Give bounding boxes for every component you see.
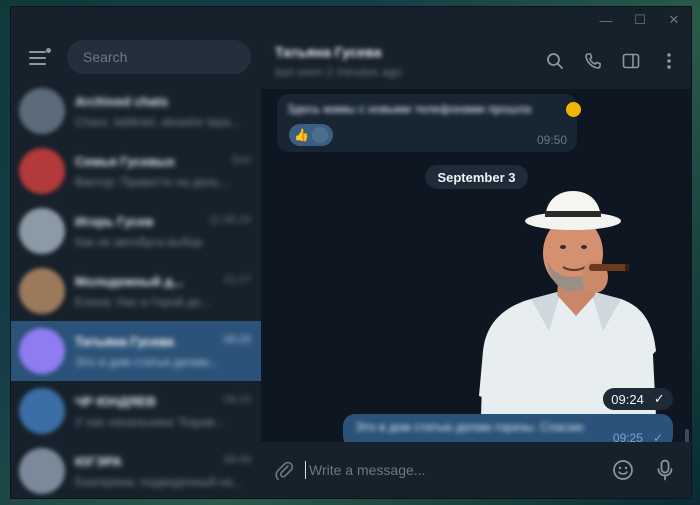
- chat-list-item[interactable]: ЮГЭРА 08:49 Екатерина: подвиденный на...: [11, 441, 261, 498]
- chat-name: Татьяна Гусева: [75, 333, 174, 349]
- message-time: 09:50: [536, 133, 567, 147]
- chat-list-item[interactable]: Татьяна Гусева 09:25 Это в дом статья дела…: [11, 321, 261, 381]
- chat-time: 09:15: [223, 393, 251, 406]
- chat-info: Молодежный д... 21:17 Елена: Нас в Герой д…: [75, 274, 251, 309]
- search-input[interactable]: Search: [67, 40, 251, 74]
- wink-emoji-icon: [566, 102, 581, 117]
- read-check-icon: ✓: [653, 391, 665, 406]
- chat-header[interactable]: Татьяна Гусева last seen 2 minutes ago: [261, 33, 691, 89]
- outgoing-time-text: 09:25: [612, 431, 643, 442]
- chat-preview: Екатерина: подвиденный на...: [75, 474, 243, 489]
- chat-info: ЧР ЮНДЯЕВ 09:15 У нас начальника "Карав...: [75, 394, 251, 429]
- chat-time: 08:49: [223, 453, 251, 466]
- message-composer: [261, 442, 691, 498]
- sticker-timestamp: 09:24 ✓: [603, 388, 673, 410]
- avatar: [19, 268, 65, 314]
- message-time: 09:25 ✓: [613, 431, 663, 442]
- avatar: [19, 448, 65, 494]
- more-options-icon[interactable]: [659, 51, 679, 71]
- chat-preview: Как не автобуса выбор: [75, 234, 203, 249]
- header-actions: [545, 33, 679, 89]
- scrollbar[interactable]: [685, 429, 689, 442]
- phone-icon[interactable]: [583, 51, 603, 71]
- avatar: [19, 88, 65, 134]
- chat-info: Игорь Гусев 11.08.24 Как не автобуса выбор: [75, 214, 251, 249]
- reaction-avatar: [311, 127, 328, 143]
- chat-panel: Татьяна Гусева last seen 2 minutes ago З…: [261, 33, 691, 498]
- read-check-icon: ✓: [652, 431, 663, 442]
- chat-list-item[interactable]: Молодежный д... 21:17 Елена: Нас в Герой д…: [11, 261, 261, 321]
- chat-list-item[interactable]: Archived chats Chaur, tabliniel, atnashe …: [11, 81, 261, 141]
- chat-time: 21:17: [223, 273, 251, 286]
- outgoing-message[interactable]: Это в дом статью делаю горизы. Спасаю 09…: [343, 414, 673, 442]
- chat-list-item[interactable]: Игорь Гусев 11.08.24 Как не автобуса выбор: [11, 201, 261, 261]
- chat-name: Игорь Гусев: [75, 213, 154, 229]
- telegram-window: — ☐ ✕ Search Archived chats Chaur, tablin…: [10, 6, 692, 499]
- chat-time: 11.08.24: [208, 213, 251, 226]
- chat-list-item[interactable]: ЧР ЮНДЯЕВ 09:15 У нас начальника "Карав...: [11, 381, 261, 441]
- chat-time: 09:25: [223, 333, 251, 346]
- sticker-time-text: 09:24: [611, 391, 644, 407]
- chat-name: Archived chats: [75, 93, 169, 109]
- avatar: [19, 208, 65, 254]
- sidebar: Search Archived chats Chaur, tabliniel, a…: [11, 33, 261, 498]
- chat-list: Archived chats Chaur, tabliniel, atnashe …: [11, 81, 261, 498]
- chat-info: Archived chats Chaur, tabliniel, atnashe …: [75, 94, 251, 129]
- avatar: [19, 148, 65, 194]
- chat-preview: Елена: Нас в Герой до...: [75, 294, 211, 309]
- avatar: [19, 328, 65, 374]
- emoji-icon[interactable]: [611, 458, 635, 482]
- sticker-image[interactable]: [471, 191, 681, 416]
- reaction-badge[interactable]: 👍: [289, 124, 333, 146]
- chat-name: ЮГЭРА: [75, 453, 122, 469]
- minimize-button[interactable]: —: [589, 7, 623, 33]
- maximize-button[interactable]: ☐: [623, 7, 657, 33]
- sidebar-toggle-icon[interactable]: [621, 51, 641, 71]
- paperclip-icon[interactable]: [273, 459, 295, 481]
- message-area[interactable]: Здесь мамы с новыми телефонами прошла 👍 …: [261, 89, 691, 442]
- chat-preview: Chaur, tabliniel, atnashe tapa...: [75, 114, 241, 129]
- message-input[interactable]: [305, 461, 593, 479]
- title-bar: — ☐ ✕: [11, 7, 691, 33]
- chat-name: ЧР ЮНДЯЕВ: [75, 393, 156, 409]
- chat-info: Татьяна Гусева 09:25 Это в дом статья дела…: [75, 334, 251, 369]
- chat-status: last seen 2 minutes ago: [275, 64, 402, 79]
- chat-title: Татьяна Гусева: [275, 43, 382, 60]
- date-separator: September 3: [425, 165, 528, 189]
- close-button[interactable]: ✕: [657, 7, 691, 33]
- chat-name: Семья Гусевых: [75, 153, 175, 169]
- sidebar-top: Search: [11, 33, 261, 81]
- chat-name: Молодежный д...: [75, 273, 184, 289]
- hamburger-menu-icon[interactable]: [25, 42, 55, 72]
- chat-preview: Виктор: Приветтe на день...: [75, 174, 230, 189]
- chat-info: ЮГЭРА 08:49 Екатерина: подвиденный на...: [75, 454, 251, 489]
- microphone-icon[interactable]: [653, 458, 677, 482]
- chat-header-text: Татьяна Гусева last seen 2 minutes ago: [275, 44, 402, 79]
- search-icon[interactable]: [545, 51, 565, 71]
- chat-preview: Это в дом статья делаю...: [75, 354, 220, 369]
- message-text: Здесь мамы с новыми телефонами прошла: [287, 102, 532, 116]
- thumbs-up-icon: 👍: [294, 128, 309, 142]
- chat-time: Sun: [231, 153, 251, 166]
- avatar: [19, 388, 65, 434]
- incoming-message[interactable]: Здесь мамы с новыми телефонами прошла 👍 …: [277, 94, 581, 152]
- chat-preview: У нас начальника "Карав...: [75, 414, 225, 429]
- chat-list-item[interactable]: Семья Гусевых Sun Виктор: Приветтe на день…: [11, 141, 261, 201]
- chat-info: Семья Гусевых Sun Виктор: Приветтe на день…: [75, 154, 251, 189]
